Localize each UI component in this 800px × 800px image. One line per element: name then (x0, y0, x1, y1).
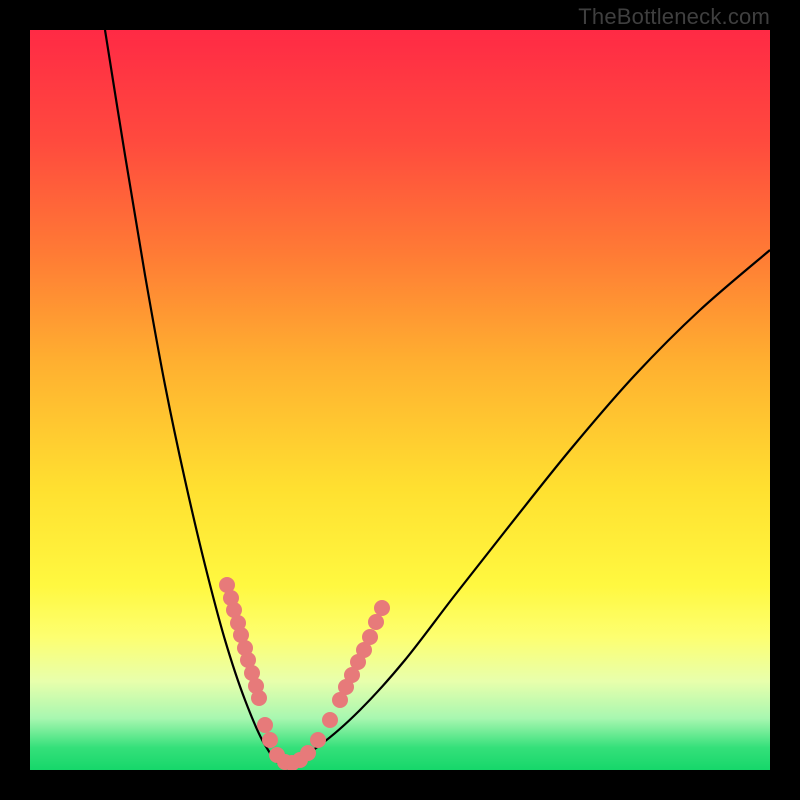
curve-svg (30, 30, 770, 770)
overlay-dot (368, 614, 384, 630)
v-curve (105, 30, 770, 765)
overlay-dot (262, 732, 278, 748)
overlay-dot (322, 712, 338, 728)
dot-cluster (219, 577, 390, 770)
overlay-dot (300, 745, 316, 761)
plot-area (30, 30, 770, 770)
chart-frame: TheBottleneck.com (0, 0, 800, 800)
overlay-dot (362, 629, 378, 645)
watermark-text: TheBottleneck.com (578, 4, 770, 30)
overlay-dot (310, 732, 326, 748)
overlay-dot (374, 600, 390, 616)
overlay-dot (257, 717, 273, 733)
overlay-dot (251, 690, 267, 706)
